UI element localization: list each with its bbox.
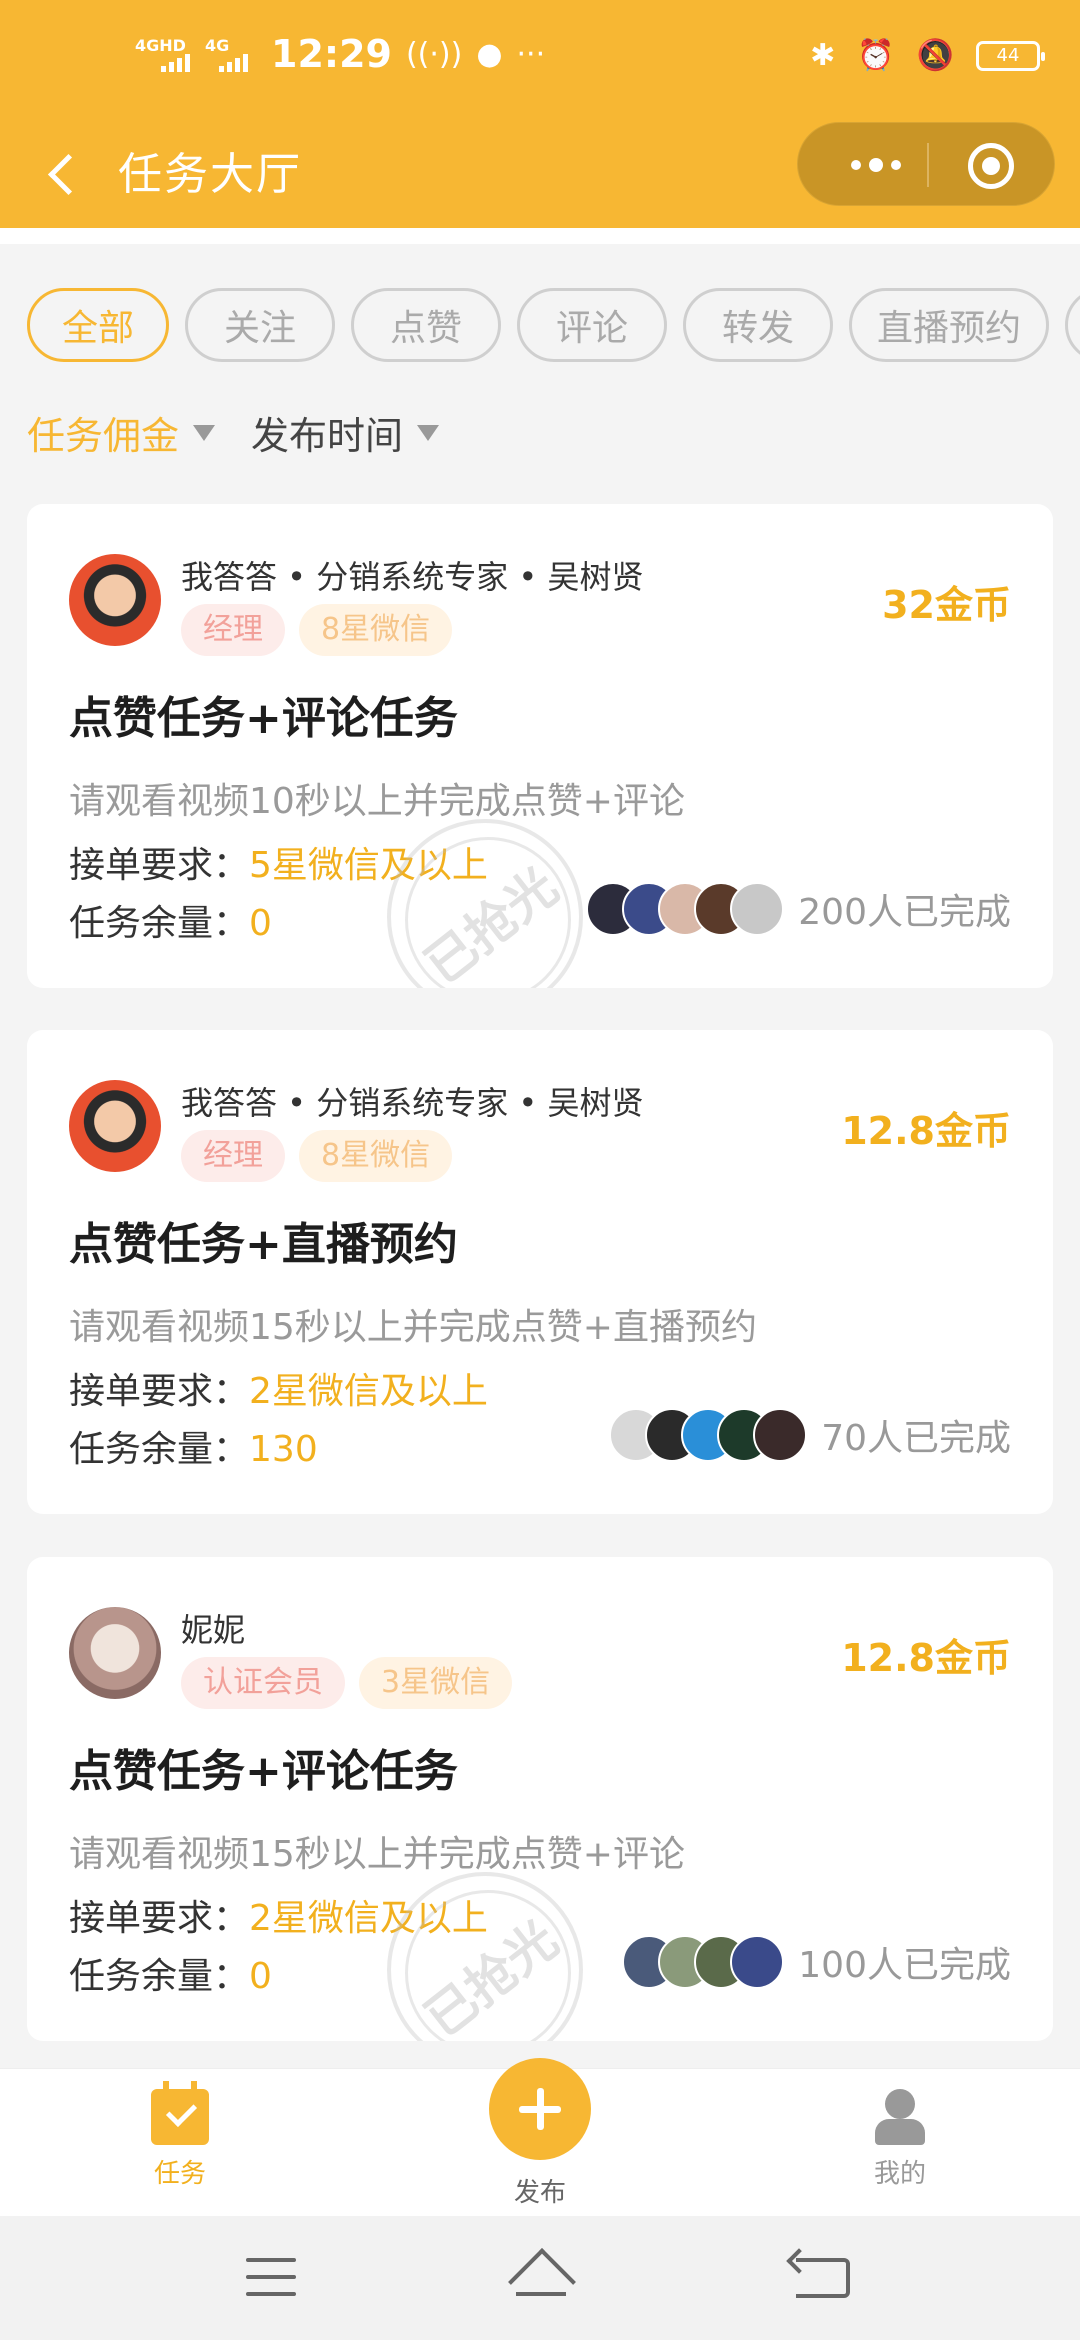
task-title: 点赞任务+评论任务 — [69, 693, 458, 744]
role-badge: 经理 — [181, 604, 285, 656]
remaining-label: 任务余量： — [69, 1956, 250, 1997]
header: 4GHD 4G 12:29 ((·)) ● ··· ✱ ⏰ 🔕 44 任务大厅 — [0, 0, 1080, 228]
level-badge: 8星微信 — [299, 604, 453, 656]
remaining-label: 任务余量： — [69, 1429, 250, 1470]
remaining-value: 0 — [249, 1956, 272, 1997]
completed-count: 200人已完成 — [798, 892, 1011, 933]
completed-row: 100人已完成 — [622, 1935, 1011, 1989]
reward-amount: 12.8金币 — [841, 1636, 1011, 1680]
hotspot-icon: ((·)) — [405, 36, 463, 72]
close-miniprogram-icon[interactable] — [968, 143, 1014, 189]
sort-commission-label: 任务佣金 — [27, 414, 180, 458]
miniprogram-capsule — [797, 122, 1055, 206]
task-description: 请观看视频10秒以上并完成点赞+评论 — [69, 781, 685, 822]
publish-label[interactable]: 发布 — [460, 2172, 620, 2209]
task-icon — [151, 2081, 209, 2145]
system-back-icon[interactable] — [796, 2258, 850, 2298]
signal-icon: 4G — [205, 34, 249, 74]
caret-down-icon — [193, 424, 216, 441]
task-card[interactable]: 我答答 • 分销系统专家 • 吴树贤 经理 8星微信 32金币 点赞任务+评论任… — [27, 504, 1053, 988]
tab-comment[interactable]: 评论 — [517, 288, 667, 362]
signal-label: 4GHD — [135, 36, 186, 55]
sort-bar: 任务佣金 发布时间 — [27, 405, 440, 460]
publish-button[interactable] — [489, 2058, 591, 2160]
signal-label: 4G — [205, 36, 230, 55]
tab-mine[interactable]: 我的 — [820, 2089, 980, 2190]
avatar — [69, 554, 161, 646]
status-bar: 4GHD 4G 12:29 ((·)) ● ··· ✱ ⏰ 🔕 44 — [0, 0, 1080, 120]
completed-count: 100人已完成 — [798, 1945, 1011, 1986]
qq-icon: ● — [476, 36, 503, 72]
bluetooth-icon: ✱ — [810, 38, 836, 73]
clock: 12:29 — [271, 32, 392, 76]
more-notifications-icon: ··· — [516, 36, 546, 72]
sort-publish-time-label: 发布时间 — [251, 414, 404, 458]
task-remaining: 任务余量：130 — [69, 1420, 318, 1472]
mute-icon: 🔕 — [916, 38, 954, 73]
remaining-label: 任务余量： — [69, 903, 250, 944]
menu-icon[interactable] — [246, 2258, 296, 2298]
capsule-divider — [927, 143, 929, 187]
completed-count: 70人已完成 — [821, 1418, 1011, 1459]
stamp-text: 已抢光 — [414, 1910, 569, 2041]
system-nav-bar — [0, 2216, 1080, 2340]
task-description: 请观看视频15秒以上并完成点赞+直播预约 — [69, 1307, 757, 1348]
tab-like[interactable]: 点赞 — [351, 288, 501, 362]
back-icon[interactable] — [40, 142, 96, 202]
task-description: 请观看视频15秒以上并完成点赞+评论 — [69, 1834, 685, 1875]
home-icon[interactable] — [508, 2252, 574, 2300]
battery-icon: 44 — [976, 40, 1045, 71]
participant-avatar — [730, 882, 785, 936]
level-badge: 3星微信 — [359, 1657, 513, 1709]
participant-avatar — [730, 1935, 785, 1989]
sort-commission[interactable]: 任务佣金 — [27, 405, 216, 460]
task-remaining: 任务余量：0 — [69, 894, 272, 946]
remaining-value: 0 — [249, 903, 272, 944]
task-remaining: 任务余量：0 — [69, 1947, 272, 1999]
tab-task[interactable]: 任务 — [100, 2081, 260, 2190]
role-badge: 认证会员 — [181, 1657, 345, 1709]
caret-down-icon — [417, 424, 440, 441]
requirement-label: 接单要求： — [69, 1371, 250, 1412]
completed-row: 70人已完成 — [609, 1408, 1011, 1462]
task-title: 点赞任务+直播预约 — [69, 1219, 458, 1270]
tab-follow[interactable]: 关注 — [185, 288, 335, 362]
completed-row: 200人已完成 — [586, 882, 1011, 936]
reward-amount: 12.8金币 — [841, 1109, 1011, 1153]
author-name: 妮妮 — [181, 1611, 246, 1649]
alarm-icon: ⏰ — [857, 38, 895, 73]
author-name: 我答答 • 分销系统专家 • 吴树贤 — [181, 1084, 644, 1122]
page-title: 任务大厅 — [118, 149, 302, 200]
task-card[interactable]: 我答答 • 分销系统专家 • 吴树贤 经理 8星微信 12.8金币 点赞任务+直… — [27, 1030, 1053, 1514]
nav-bar: 任务大厅 — [0, 120, 1080, 228]
participant-avatar — [753, 1408, 808, 1462]
tab-task-label: 任务 — [153, 2159, 206, 2189]
sort-publish-time[interactable]: 发布时间 — [251, 405, 440, 460]
requirement-label: 接单要求： — [69, 845, 250, 886]
avatar — [69, 1607, 161, 1699]
remaining-value: 130 — [249, 1429, 318, 1470]
role-badge: 经理 — [181, 1130, 285, 1182]
avatar — [69, 1080, 161, 1172]
task-card[interactable]: 妮妮 认证会员 3星微信 12.8金币 点赞任务+评论任务 请观看视频15秒以上… — [27, 1557, 1053, 2041]
tab-live-reserve[interactable]: 直播预约 — [849, 288, 1049, 362]
task-requirement: 接单要求：2星微信及以上 — [69, 1362, 488, 1414]
reward-amount: 32金币 — [882, 583, 1011, 627]
tab-mine-label: 我的 — [873, 2159, 926, 2189]
stamp-text: 已抢光 — [414, 857, 569, 988]
requirement-value: 2星微信及以上 — [249, 1371, 488, 1412]
category-tabs: 全部 关注 点赞 评论 转发 直播预约 直 — [27, 288, 1080, 364]
level-badge: 8星微信 — [299, 1130, 453, 1182]
user-icon — [873, 2089, 927, 2145]
requirement-label: 接单要求： — [69, 1898, 250, 1939]
header-divider — [0, 228, 1080, 244]
tab-forward[interactable]: 转发 — [683, 288, 833, 362]
tab-more[interactable]: 直 — [1065, 288, 1080, 362]
task-title: 点赞任务+评论任务 — [69, 1746, 458, 1797]
signal-icon: 4GHD — [135, 34, 191, 74]
tab-all[interactable]: 全部 — [27, 288, 169, 362]
author-name: 我答答 • 分销系统专家 • 吴树贤 — [181, 558, 644, 596]
more-icon[interactable] — [826, 141, 926, 189]
